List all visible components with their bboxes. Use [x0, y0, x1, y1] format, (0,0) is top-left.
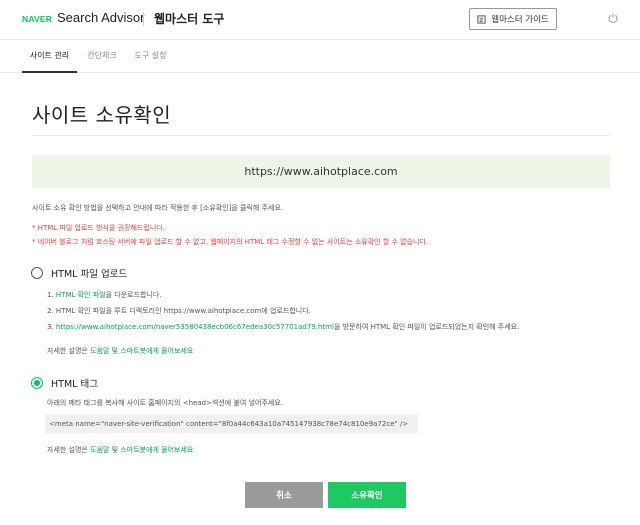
- header-divider: [143, 12, 144, 26]
- help-link[interactable]: 도움말: [90, 446, 109, 454]
- tag-help-text: 자세한 설명은 도움말 및 스마트봇에게 물어보세요: [47, 445, 193, 455]
- meta-tag-instruction: 아래의 메타 태그를 복사해 사이트 홈페이지의 <head>섹션에 붙여 넣어…: [47, 399, 283, 407]
- webmaster-guide-button[interactable]: 웹마스터 가이드: [469, 8, 557, 30]
- help-mid: 및: [109, 446, 121, 454]
- upload-step-3: 3. https://www.aihotplace.com/naver53580…: [47, 322, 519, 332]
- html-file-upload-option[interactable]: HTML 파일 업로드: [31, 266, 127, 280]
- step-3-prefix: 3.: [47, 323, 56, 331]
- meta-tag-code-box[interactable]: <meta name="naver-site-verification" con…: [45, 414, 418, 433]
- html-verification-file-link[interactable]: HTML 확인 파일: [56, 291, 106, 299]
- html-file-upload-label[interactable]: HTML 파일 업로드: [51, 266, 127, 280]
- recommendation-note: * HTML 파일 업로드 방식을 권장해드립니다.: [32, 224, 165, 232]
- step-1-prefix: 1.: [47, 291, 56, 299]
- upload-step-2: 2. HTML 확인 파일을 루트 디렉토리인 https://www.aiho…: [47, 307, 311, 315]
- search-advisor-logo[interactable]: Search Advisor: [57, 10, 144, 25]
- html-file-upload-radio[interactable]: [31, 267, 43, 279]
- page-title: 사이트 소유확인: [32, 103, 172, 127]
- naver-logo[interactable]: NAVER: [22, 14, 52, 24]
- step-3-suffix: 을 방문하여 HTML 확인 파일이 업로드되었는지 확인해 주세요.: [333, 323, 520, 331]
- smartbot-link[interactable]: 스마트봇에게 물어보세요: [120, 347, 193, 355]
- nav-tabs: 사이트 관리 간단체크 도구 설정: [0, 40, 640, 73]
- tab-site-management[interactable]: 사이트 관리: [22, 40, 77, 73]
- webmaster-tool-title[interactable]: 웹마스터 도구: [154, 10, 224, 27]
- tab-tool-settings[interactable]: 도구 설정: [133, 40, 168, 73]
- upload-step-1: 1. HTML 확인 파일을 다운로드합니다.: [47, 290, 162, 300]
- power-icon[interactable]: [607, 12, 619, 24]
- step-1-suffix: 을 다운로드합니다.: [105, 291, 162, 299]
- cancel-button[interactable]: 취소: [245, 482, 323, 508]
- smartbot-link[interactable]: 스마트봇에게 물어보세요: [120, 446, 193, 454]
- guide-button-label: 웹마스터 가이드: [491, 15, 549, 25]
- meta-tag-code[interactable]: <meta name="naver-site-verification" con…: [49, 420, 408, 428]
- title-divider: [32, 135, 610, 136]
- help-mid: 및: [109, 347, 121, 355]
- tab-simple-check[interactable]: 간단체크: [86, 40, 118, 73]
- limitation-note: * 네이버 블로그 처럼 호스팅 서버에 파일 업로드 할 수 없고, 웹페이지…: [32, 238, 429, 246]
- site-url-box: https://www.aihotplace.com: [32, 155, 610, 188]
- book-icon: [477, 14, 486, 24]
- top-header: NAVER Search Advisor 웹마스터 도구 웹마스터 가이드: [0, 0, 640, 40]
- instruction-text: 사이트 소유 확인 방법을 선택하고 안내에 따라 적용한 후 [소유확인]을 …: [32, 204, 284, 212]
- site-url: https://www.aihotplace.com: [244, 165, 398, 178]
- html-tag-option[interactable]: HTML 태그: [31, 376, 98, 390]
- help-prefix: 자세한 설명은: [47, 347, 91, 355]
- help-link[interactable]: 도움말: [90, 347, 109, 355]
- upload-help-text: 자세한 설명은 도움말 및 스마트봇에게 물어보세요: [47, 346, 193, 356]
- html-tag-label[interactable]: HTML 태그: [51, 376, 98, 390]
- verify-ownership-button[interactable]: 소유확인: [328, 482, 406, 508]
- verification-url-link[interactable]: https://www.aihotplace.com/naver53580438…: [56, 323, 334, 331]
- help-prefix: 자세한 설명은: [47, 446, 91, 454]
- html-tag-radio[interactable]: [31, 377, 43, 389]
